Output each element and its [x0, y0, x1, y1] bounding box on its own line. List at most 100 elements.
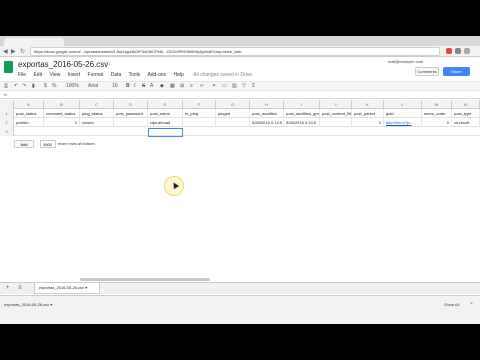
address-bar[interactable]: https://docs.google.com/a/.../spreadshee… [30, 47, 440, 56]
table-cell[interactable] [320, 118, 352, 127]
column-header[interactable]: F [183, 100, 216, 109]
currency-icon[interactable]: $ [44, 83, 47, 89]
paint-format-icon[interactable]: ▮ [32, 83, 35, 89]
table-cell[interactable]: 5/26/2016 0:14:5 [284, 118, 320, 127]
column-header[interactable]: E [148, 100, 183, 109]
table-cell[interactable]: post_password [114, 109, 148, 118]
row-number[interactable]: 3 [0, 127, 14, 136]
column-header[interactable]: A [14, 100, 44, 109]
add-rows-button[interactable]: Add [14, 140, 34, 148]
back-icon[interactable]: ◀ [3, 48, 8, 55]
row-number[interactable]: 1 [0, 109, 14, 118]
document-title[interactable]: exportas_2016-05-26.csv [18, 60, 108, 69]
row-number[interactable]: 2 [0, 118, 14, 127]
table-cell[interactable]: ping_status [80, 109, 114, 118]
chart-icon[interactable]: ▥ [232, 83, 237, 89]
sheets-logo-icon[interactable] [4, 61, 13, 73]
menu-file[interactable]: File [18, 72, 26, 78]
reload-icon[interactable]: ↻ [20, 48, 25, 55]
formula-bar[interactable]: fx [0, 91, 480, 99]
guid-link[interactable]: http://mo.i/?p= [384, 118, 422, 127]
filter-icon[interactable]: ▽ [242, 83, 246, 89]
table-cell[interactable]: guid [384, 109, 422, 118]
font-size-select[interactable]: 10 [112, 83, 118, 89]
horizontal-scrollbar[interactable] [80, 278, 210, 281]
table-cell[interactable]: 0 [352, 118, 384, 127]
menu-edit[interactable]: Edit [33, 72, 42, 78]
sheet-list-icon[interactable]: ≡ [18, 285, 22, 291]
table-cell[interactable]: raja-ahmad [148, 118, 183, 127]
column-header[interactable]: J [320, 100, 352, 109]
browser-tab[interactable] [4, 38, 64, 46]
table-cell[interactable]: post_content_filtered [320, 109, 352, 118]
redo-icon[interactable]: ↷ [22, 83, 26, 89]
column-header[interactable]: K [352, 100, 384, 109]
menu-tools[interactable]: Tools [129, 72, 141, 78]
menu-addons[interactable]: Add-ons [147, 72, 166, 78]
undo-icon[interactable]: ↶ [14, 83, 18, 89]
menu-view[interactable]: View [49, 72, 60, 78]
extension-icon[interactable] [446, 48, 452, 54]
borders-icon[interactable]: ▦ [170, 83, 175, 89]
align-icon[interactable]: ≡ [190, 83, 193, 89]
italic-icon[interactable]: I [134, 83, 135, 89]
menu-insert[interactable]: Insert [68, 72, 81, 78]
table-cell[interactable]: 0 [44, 118, 80, 127]
table-cell[interactable]: post_modified_gmt [284, 109, 320, 118]
comment-icon[interactable]: ▭ [222, 83, 227, 89]
table-cell[interactable]: publish [14, 118, 44, 127]
bold-icon[interactable]: B [126, 83, 130, 89]
extension-icon[interactable] [455, 48, 461, 54]
table-cell[interactable]: pinged [216, 109, 250, 118]
fill-color-icon[interactable]: ◆ [160, 83, 164, 89]
table-cell[interactable] [114, 118, 148, 127]
column-header[interactable]: G [216, 100, 250, 109]
table-cell[interactable]: 0 [422, 118, 452, 127]
link-icon[interactable]: ⚭ [212, 83, 216, 89]
column-header[interactable]: L [384, 100, 422, 109]
functions-icon[interactable]: Σ [252, 83, 255, 89]
column-header[interactable]: D [114, 100, 148, 109]
column-header[interactable]: C [80, 100, 114, 109]
strikethrough-icon[interactable]: S [142, 83, 145, 89]
star-icon[interactable]: ☆ [105, 60, 111, 68]
user-email[interactable]: mail@example.com [388, 59, 423, 64]
show-all-downloads-link[interactable]: Show All [444, 302, 459, 307]
text-color-icon[interactable]: A [150, 83, 153, 89]
print-icon[interactable]: ⎙ [4, 83, 8, 89]
menu-format[interactable]: Format [88, 72, 104, 78]
table-cell[interactable]: post_status [14, 109, 44, 118]
percent-icon[interactable]: % [52, 83, 56, 89]
merge-icon[interactable]: ⊞ [180, 83, 184, 89]
zoom-select[interactable]: 100% [66, 83, 79, 89]
download-item[interactable]: exportas_2016-05-26.csv ▾ [4, 302, 52, 307]
comments-button[interactable]: Comments [415, 67, 439, 76]
sheet-tab[interactable]: exportas_2016-05-26.csv ▾ [34, 283, 100, 294]
menu-icon[interactable] [464, 48, 470, 54]
forward-icon[interactable]: ▶ [11, 48, 16, 55]
column-header[interactable]: I [284, 100, 320, 109]
wrap-icon[interactable]: ↵ [200, 83, 204, 89]
table-cell[interactable]: comment_status [44, 109, 80, 118]
table-cell[interactable] [216, 118, 250, 127]
close-icon[interactable]: × [470, 301, 473, 307]
table-cell[interactable]: post_modified [250, 109, 284, 118]
selected-cell[interactable] [148, 128, 183, 137]
column-header[interactable]: H [250, 100, 284, 109]
table-cell[interactable]: to_ping [183, 109, 216, 118]
menu-data[interactable]: Data [111, 72, 122, 78]
add-sheet-icon[interactable]: + [6, 285, 10, 291]
table-cell[interactable]: closed [80, 118, 114, 127]
table-cell[interactable]: post_type [452, 109, 480, 118]
table-cell[interactable]: vit-result [452, 118, 480, 127]
table-cell[interactable] [183, 118, 216, 127]
share-button[interactable]: Share [443, 67, 470, 76]
table-cell[interactable]: post_name [148, 109, 183, 118]
menu-help[interactable]: Help [173, 72, 183, 78]
rows-count-input[interactable]: 1000 [40, 140, 56, 148]
table-cell[interactable]: 5/26/2016 0:14:5 [250, 118, 284, 127]
column-header[interactable]: M [422, 100, 452, 109]
column-header[interactable]: B [44, 100, 80, 109]
column-header[interactable]: N [452, 100, 480, 109]
table-cell[interactable]: post_parent [352, 109, 384, 118]
